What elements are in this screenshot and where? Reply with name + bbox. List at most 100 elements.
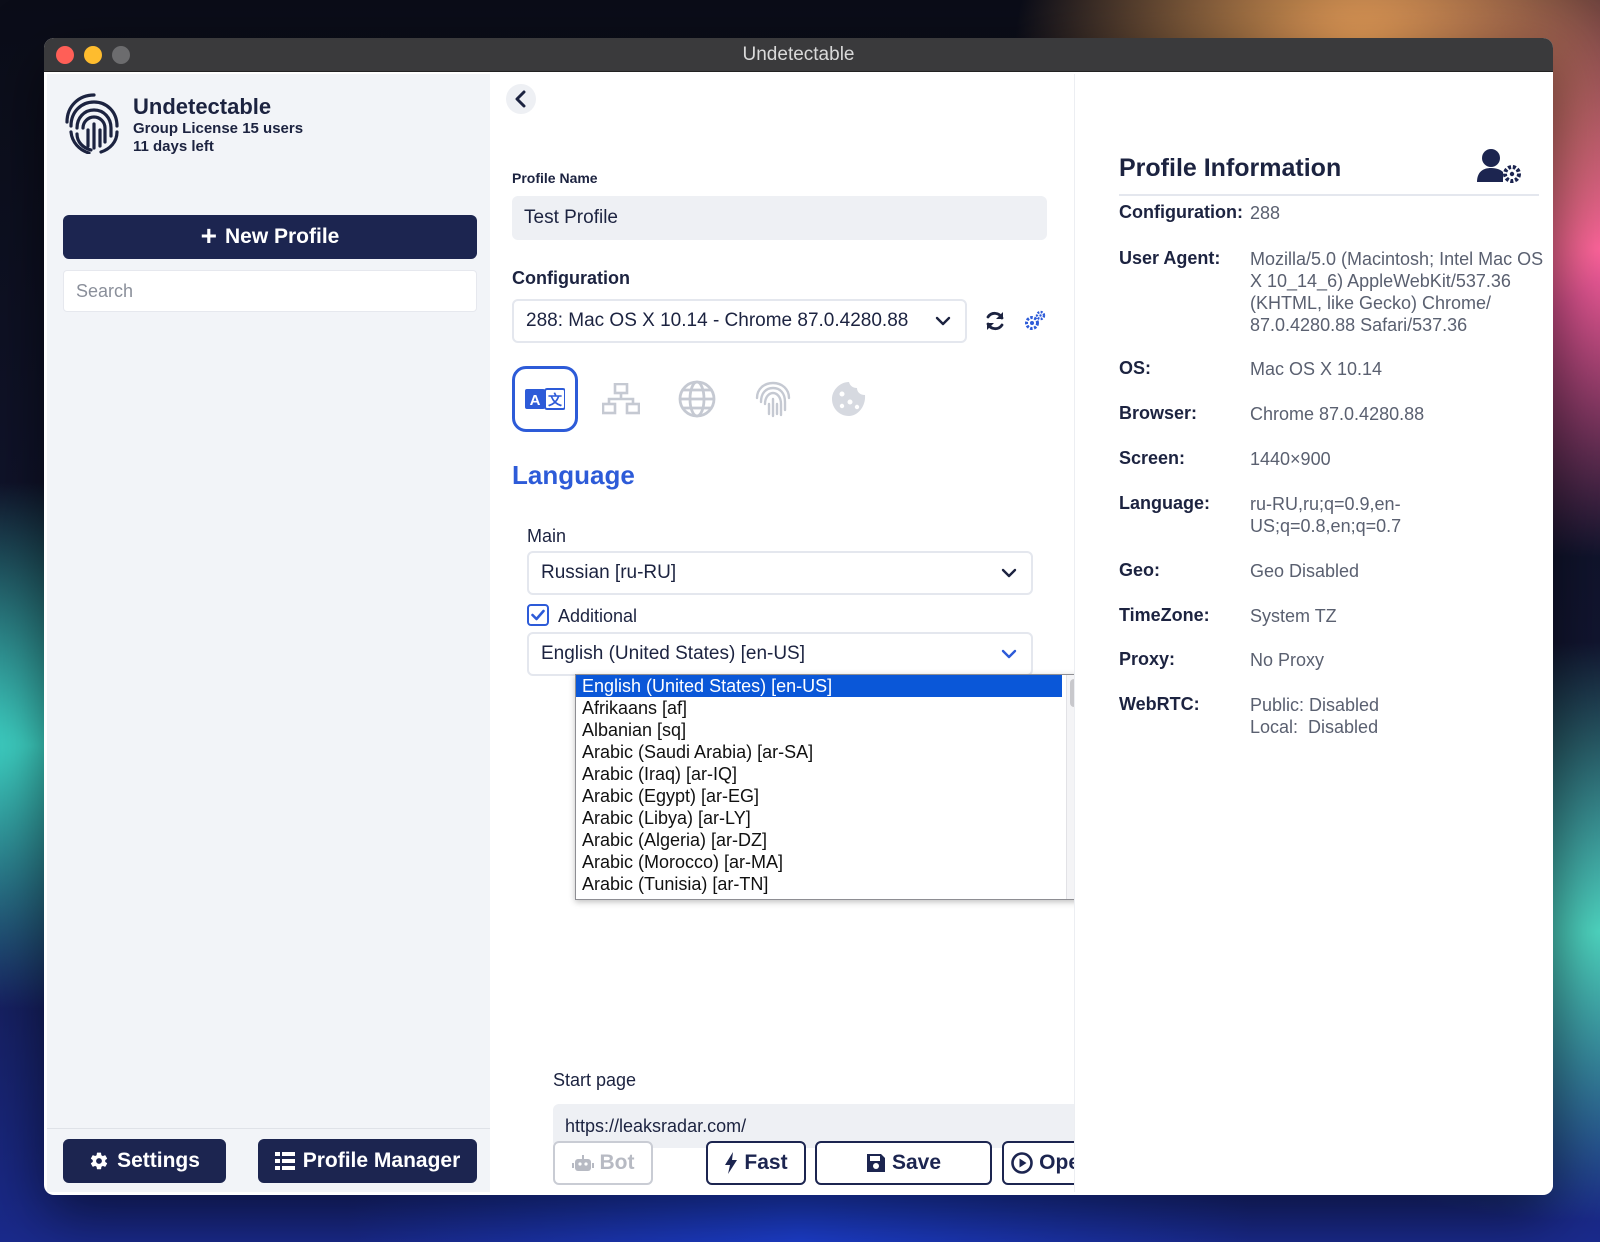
tab-fingerprint[interactable] (740, 366, 806, 432)
info-value: ru-RU,ru;q=0.9,en-US;q=0.8,en;q=0.7 (1250, 493, 1550, 537)
info-value-text: 288 (1250, 203, 1281, 223)
fast-button[interactable]: Fast (706, 1141, 806, 1185)
info-value: Public: Disabled Local: Disabled (1250, 694, 1550, 738)
info-title: Profile Information (1119, 154, 1342, 182)
info-key: WebRTC: (1119, 694, 1200, 714)
fingerprint-icon (755, 381, 791, 418)
chevron-down-icon (1001, 649, 1017, 659)
info-value: 288 (1250, 202, 1550, 224)
configuration-label: Configuration (512, 268, 630, 288)
bot-label: Bot (599, 1151, 635, 1174)
info-value-text: Mozilla/5.0 (Macintosh; Intel Mac OS X 1… (1250, 249, 1544, 335)
info-value: 1440×900 (1250, 448, 1550, 470)
save-button[interactable]: Save (815, 1141, 992, 1185)
plus-icon: + (200, 219, 217, 251)
save-label: Save (891, 1151, 942, 1174)
info-value: Mozilla/5.0 (Macintosh; Intel Mac OS X 1… (1250, 248, 1550, 336)
brand-name: Undetectable (133, 94, 272, 119)
info-value-text: No Proxy (1250, 650, 1325, 670)
language-option[interactable]: Arabic (Algeria) [ar-DZ] (576, 829, 1062, 851)
sidebar-footer: Settings Profile Manager (47, 1128, 490, 1192)
info-value: Geo Disabled (1250, 560, 1550, 582)
language-option[interactable]: Arabic (Egypt) [ar-EG] (576, 785, 1062, 807)
tab-network[interactable] (588, 366, 654, 432)
info-value-text: 1440×900 (1250, 449, 1331, 469)
language-options: English (United States) [en-US] Afrikaans… (576, 675, 1080, 895)
main-language-label: Main (527, 526, 567, 546)
settings-button[interactable]: Settings (63, 1139, 226, 1183)
info-divider (1119, 194, 1539, 196)
user-settings-icon[interactable] (1477, 148, 1523, 184)
language-option[interactable]: Afrikaans [af] (576, 697, 1062, 719)
cookie-icon (832, 382, 866, 416)
fast-label: Fast (744, 1151, 788, 1174)
info-value-text: Mac OS X 10.14 (1250, 359, 1383, 379)
tab-geolocation[interactable] (664, 366, 730, 432)
profile-manager-label: Profile Manager (302, 1149, 461, 1172)
chevron-down-icon (935, 316, 951, 326)
info-value-text: Geo Disabled (1250, 561, 1360, 581)
play-circle-icon (1011, 1152, 1033, 1174)
checkmark-icon (531, 609, 545, 621)
start-page-label: Start page (553, 1070, 637, 1090)
configuration-select[interactable]: 288: Mac OS X 10.14 - Chrome 87.0.4280.8… (512, 299, 967, 343)
language-option[interactable]: Arabic (Saudi Arabia) [ar-SA] (576, 741, 1062, 763)
zoom-window-button[interactable] (112, 46, 130, 64)
language-option[interactable]: Arabic (Libya) [ar-LY] (576, 807, 1062, 829)
fingerprint-logo-icon (65, 93, 119, 154)
language-option[interactable]: Albanian [sq] (576, 719, 1062, 741)
info-value-text: System TZ (1250, 606, 1337, 626)
save-icon (866, 1154, 885, 1172)
info-key: Geo: (1119, 560, 1161, 580)
tab-language[interactable]: A 文 (512, 366, 578, 432)
license-info: Group License 15 users (133, 120, 304, 137)
back-button[interactable] (506, 84, 536, 114)
info-key: User Agent: (1119, 248, 1221, 268)
language-option[interactable]: Arabic (Iraq) [ar-IQ] (576, 763, 1062, 785)
info-key: OS: (1119, 358, 1152, 378)
bot-button[interactable]: Bot (553, 1141, 653, 1185)
info-value-text: Public: Disabled (1250, 695, 1380, 715)
main-language-select[interactable]: Russian [ru-RU] (527, 551, 1033, 595)
language-dropdown-list[interactable]: English (United States) [en-US] Afrikaans… (575, 674, 1081, 900)
svg-text:A: A (530, 392, 541, 409)
configuration-value: 288: Mac OS X 10.14 - Chrome 87.0.4280.8… (526, 310, 909, 331)
profile-manager-button[interactable]: Profile Manager (258, 1139, 477, 1183)
language-option[interactable]: Arabic (Tunisia) [ar-TN] (576, 873, 1062, 895)
info-key: Screen: (1119, 448, 1186, 468)
config-settings-button[interactable] (1020, 306, 1050, 336)
additional-checkbox[interactable] (527, 604, 549, 626)
additional-language-select[interactable]: English (United States) [en-US] (527, 632, 1033, 676)
info-value: Mac OS X 10.14 (1250, 358, 1550, 380)
additional-label: Additional (558, 606, 638, 626)
search-input[interactable] (63, 270, 477, 312)
info-value: Chrome 87.0.4280.88 (1250, 403, 1550, 425)
minimize-window-button[interactable] (84, 46, 102, 64)
profile-name-input[interactable] (512, 196, 1047, 240)
bolt-icon (725, 1152, 738, 1174)
gears-icon (1025, 310, 1046, 330)
refresh-icon (986, 311, 1004, 331)
brand: Undetectable Group License 15 users 11 d… (63, 92, 303, 156)
window-title: Undetectable (742, 43, 855, 65)
new-profile-label: New Profile (224, 225, 340, 248)
refresh-config-button[interactable] (980, 306, 1010, 336)
profile-editor: Profile Name Configuration 288: Mac OS X… (490, 74, 1103, 1192)
chevron-down-icon (1001, 568, 1017, 578)
profile-name-label: Profile Name (512, 170, 598, 186)
robot-icon (571, 1155, 594, 1171)
info-key: Language: (1119, 493, 1211, 513)
language-option[interactable]: English (United States) [en-US] (576, 675, 1062, 697)
new-profile-button[interactable]: + New Profile (63, 215, 477, 259)
section-title: Language (512, 460, 635, 490)
sidebar: Undetectable Group License 15 users 11 d… (47, 74, 490, 1192)
info-value: No Proxy (1250, 649, 1550, 671)
close-window-button[interactable] (56, 46, 74, 64)
info-key: TimeZone: (1119, 605, 1210, 625)
network-icon (602, 383, 640, 415)
language-option[interactable]: Arabic (Morocco) [ar-MA] (576, 851, 1062, 873)
tab-cookies[interactable] (816, 366, 882, 432)
gear-icon (90, 1152, 108, 1170)
svg-text:文: 文 (548, 392, 563, 409)
info-key: Browser: (1119, 403, 1198, 423)
